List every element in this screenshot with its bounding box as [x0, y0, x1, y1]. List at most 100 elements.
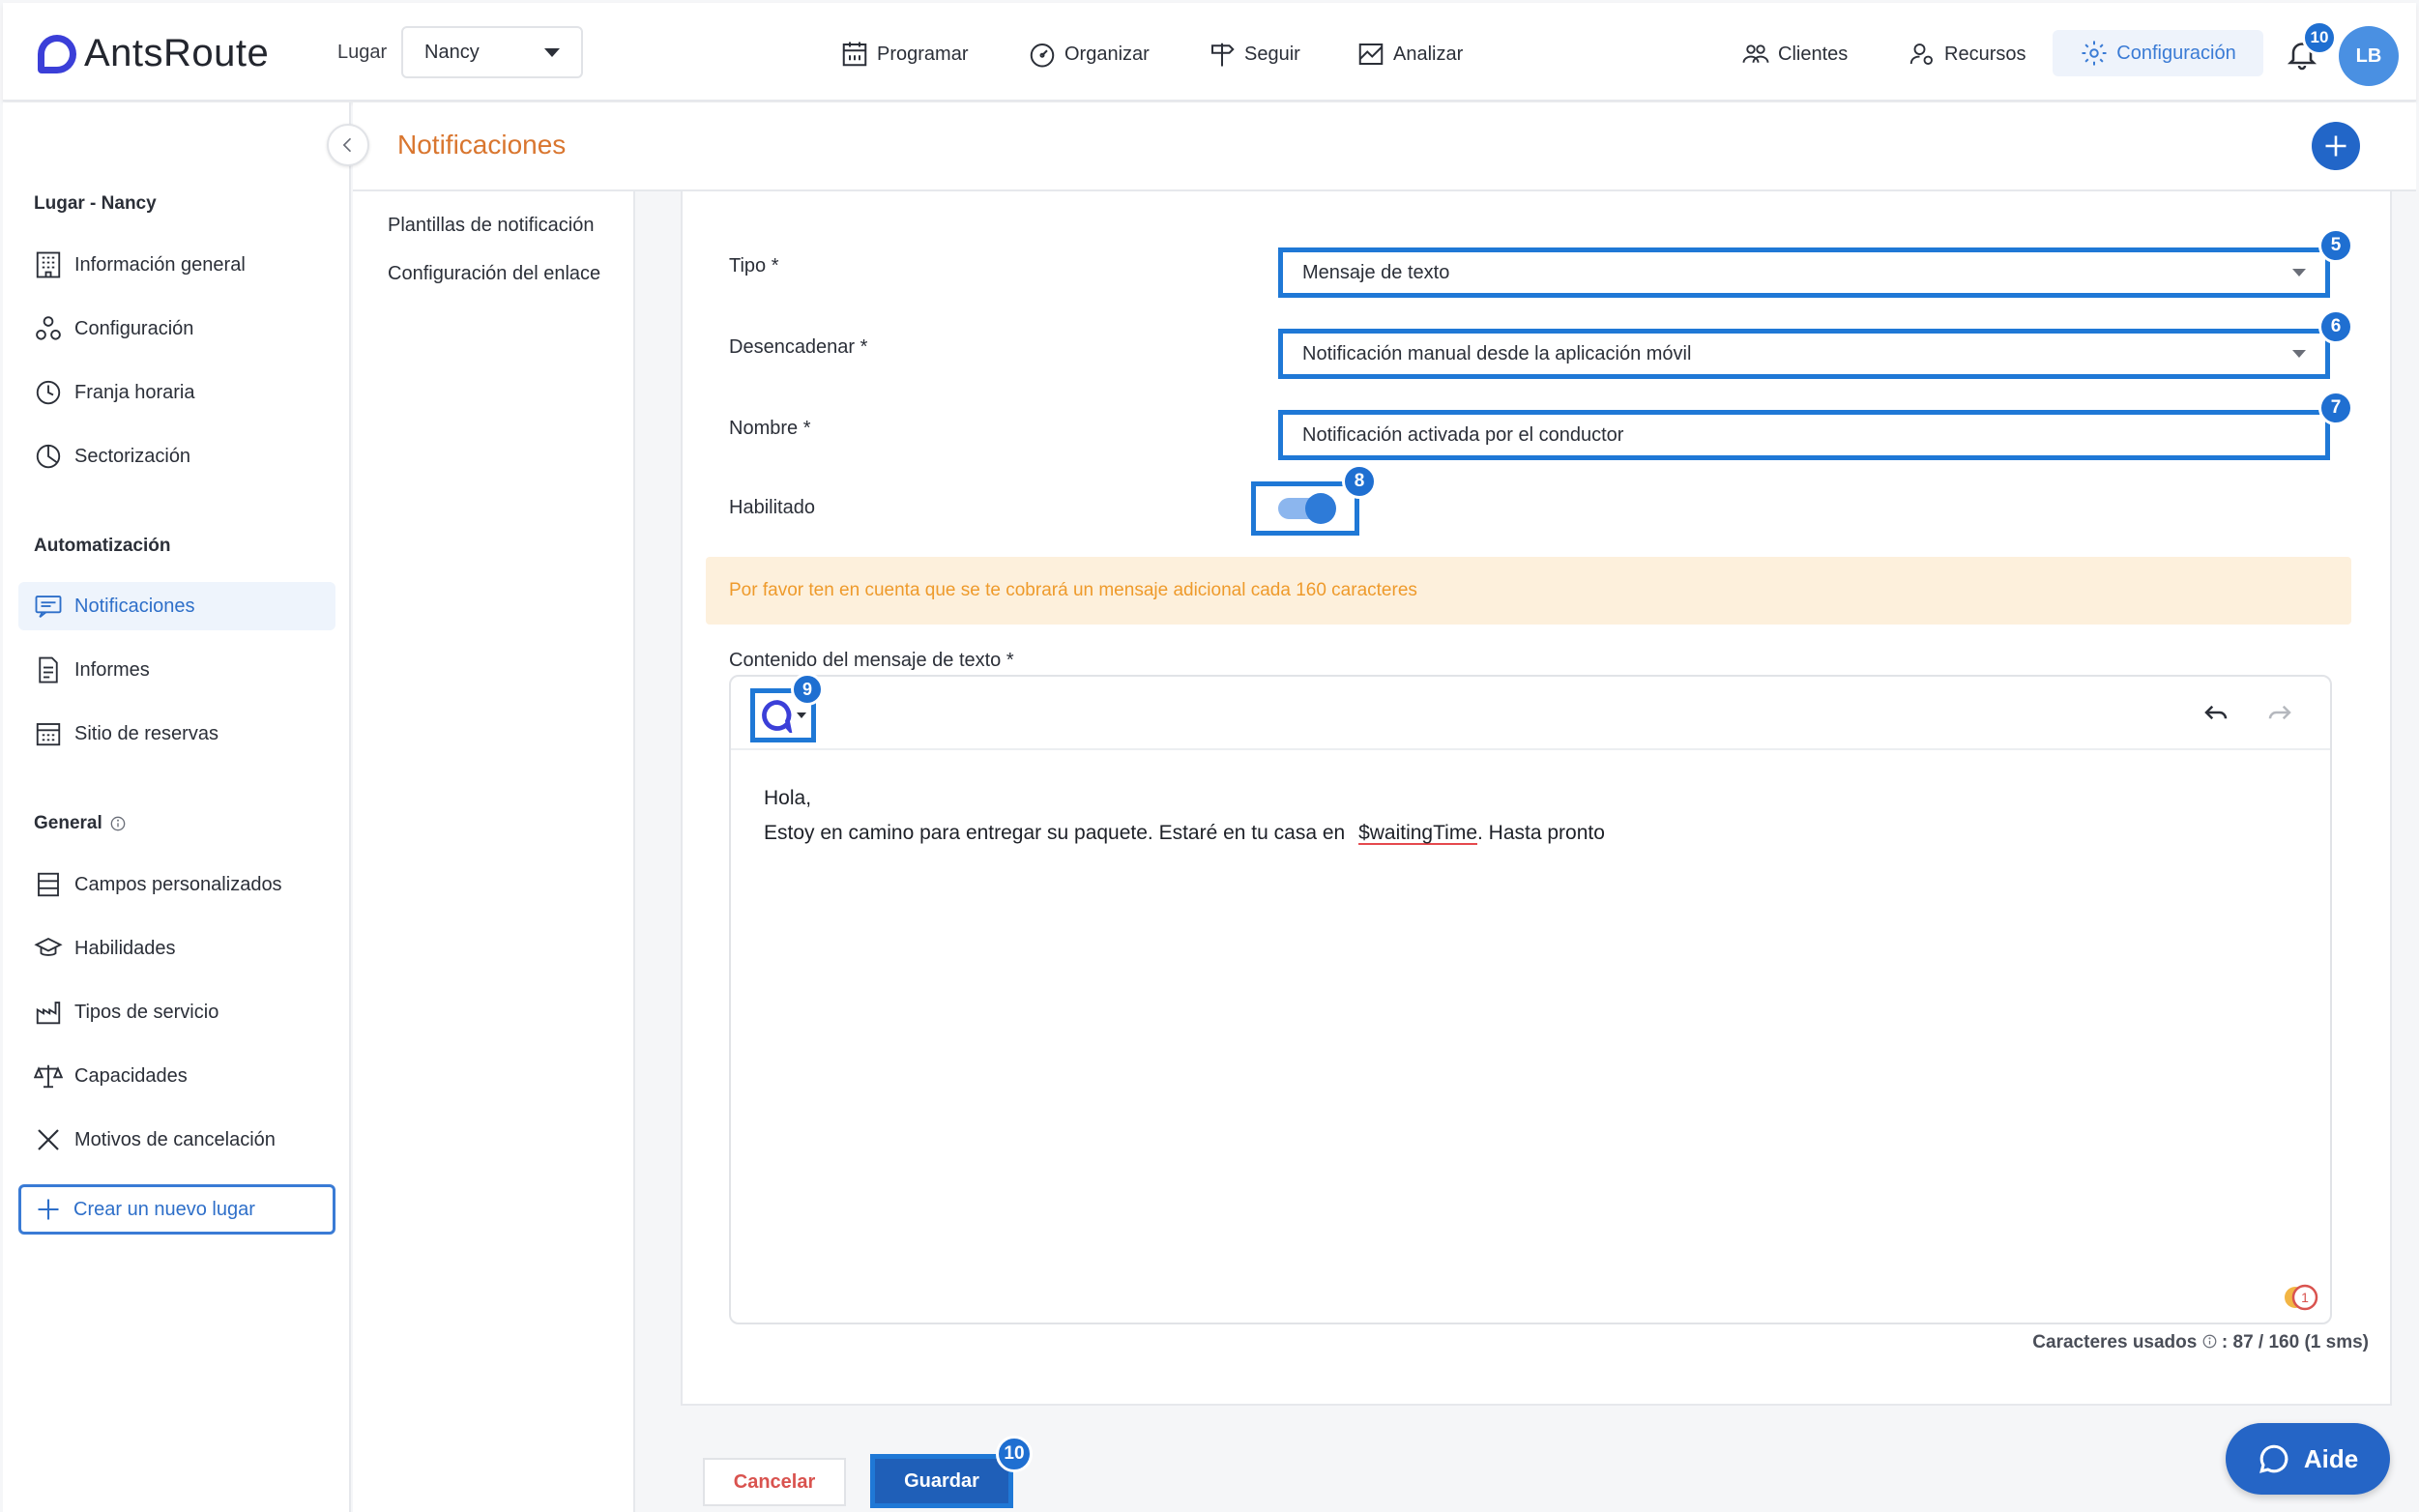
- sidebar-item-sectorizacion[interactable]: Sectorización: [18, 432, 335, 480]
- nav-recursos[interactable]: Recursos: [1908, 40, 2026, 69]
- message-editor[interactable]: 9 Hola, Estoy en camino para entregar su…: [729, 673, 2332, 1324]
- content-line-2: Estoy en camino para entregar su paquete…: [764, 816, 1605, 851]
- toggle-track: [1278, 493, 1336, 524]
- chevron-down-icon: [2292, 350, 2306, 358]
- sidebar-item-label: Franja horaria: [74, 381, 195, 403]
- users-icon: [1742, 44, 1769, 63]
- sidebar-item-label: Sitio de reservas: [74, 722, 219, 744]
- sidebar-item-franja-horaria[interactable]: Franja horaria: [18, 368, 335, 417]
- logo-mark-icon: [38, 34, 76, 73]
- cancel-button[interactable]: Cancelar: [703, 1458, 846, 1506]
- subnav-plantillas[interactable]: Plantillas de notificación: [388, 215, 594, 237]
- redo-icon[interactable]: [2262, 698, 2297, 727]
- step-badge: 8: [1342, 464, 1377, 499]
- x-icon: [38, 1129, 59, 1150]
- nav-label: Seguir: [1244, 43, 1300, 65]
- sidebar-item-campos-personalizados[interactable]: Campos personalizados: [18, 860, 335, 909]
- clock-icon: [36, 380, 61, 405]
- sidebar-item-label: Habilidades: [74, 937, 176, 959]
- tipo-select-value: Mensaje de texto: [1302, 261, 1450, 283]
- nav-clientes[interactable]: Clientes: [1741, 40, 1848, 69]
- undo-icon[interactable]: [2199, 698, 2233, 727]
- nav-label: Programar: [877, 43, 969, 65]
- lugar-label: Lugar: [337, 42, 388, 63]
- user-gear-icon: [1909, 44, 1933, 65]
- nav-label: Recursos: [1944, 43, 2026, 65]
- character-counter: Caracteres usados : 87 / 160 (1 sms): [2032, 1332, 2369, 1353]
- chevron-down-icon: [2292, 269, 2306, 276]
- nav-seguir[interactable]: Seguir: [1208, 40, 1300, 69]
- nodes-icon: [36, 316, 61, 340]
- sidebar-item-label: Sectorización: [74, 445, 191, 467]
- name-input[interactable]: Notificación activada por el conductor: [1278, 410, 2330, 460]
- step-badge: 5: [2318, 228, 2353, 263]
- name-label: Nombre *: [729, 418, 811, 439]
- sidebar-item-label: Configuración: [74, 317, 194, 339]
- chevron-left-icon: [342, 137, 352, 153]
- avatar[interactable]: LB: [2339, 26, 2399, 86]
- save-button[interactable]: Guardar: [870, 1454, 1013, 1508]
- subnav-configuracion-enlace[interactable]: Configuración del enlace: [388, 263, 600, 285]
- nav-configuracion[interactable]: Configuración: [2053, 30, 2263, 76]
- gear-icon: [2082, 41, 2107, 66]
- help-button[interactable]: Aide: [2226, 1423, 2390, 1495]
- sidebar-item-tipos-de-servicio[interactable]: Tipos de servicio: [18, 988, 335, 1036]
- editor-toolbar: 9: [731, 673, 2330, 750]
- content-label: Contenido del mensaje de texto *: [729, 650, 1014, 671]
- lugar-select[interactable]: Nancy: [401, 26, 583, 78]
- add-notification-button[interactable]: [2312, 122, 2360, 170]
- sub-navigation: Plantillas de notificación Configuración…: [353, 191, 635, 1512]
- sidebar-item-label: Información general: [74, 253, 246, 276]
- plus-icon: [2325, 135, 2346, 157]
- sidebar-item-notificaciones[interactable]: Notificaciones: [18, 582, 335, 630]
- sidebar-item-informes[interactable]: Informes: [18, 646, 335, 694]
- nav-organizar[interactable]: Organizar: [1028, 40, 1150, 69]
- counter-label: Caracteres usados: [2032, 1332, 2198, 1352]
- chevron-down-icon: [797, 712, 806, 718]
- plus-icon: [38, 1199, 59, 1220]
- app-logo-icon: [762, 700, 793, 733]
- pie-icon: [36, 444, 61, 469]
- notifications-count-badge: 10: [2302, 20, 2337, 55]
- content-line-1: Hola,: [764, 787, 812, 809]
- sidebar-item-label: Informes: [74, 658, 150, 681]
- factory-icon: [36, 1002, 61, 1025]
- sidebar-item-label: Notificaciones: [74, 595, 195, 617]
- sidebar-item-motivos-de-cancelacion[interactable]: Motivos de cancelación: [18, 1116, 335, 1164]
- trigger-label: Desencadenar *: [729, 336, 868, 358]
- chevron-down-icon: [544, 47, 560, 57]
- tipo-select[interactable]: Mensaje de texto: [1278, 247, 2330, 298]
- sidebar-item-informacion-general[interactable]: Información general: [18, 241, 335, 289]
- nav-programar[interactable]: Programar: [840, 40, 968, 69]
- sidebar-item-label: Campos personalizados: [74, 873, 282, 895]
- sidebar-item-habilidades[interactable]: Habilidades: [18, 924, 335, 973]
- sidebar-item-sitio-de-reservas[interactable]: Sitio de reservas: [18, 710, 335, 758]
- page-header: Notificaciones: [353, 102, 2416, 191]
- sidebar-item-configuracion[interactable]: Configuración: [18, 305, 335, 353]
- nav-label: Organizar: [1064, 43, 1150, 65]
- fields-icon: [38, 872, 59, 897]
- name-input-value: Notificación activada por el conductor: [1302, 423, 1624, 446]
- toggle-knob: [1305, 493, 1336, 524]
- sidebar-item-label: Capacidades: [74, 1064, 188, 1087]
- warning-text: Por favor ten en cuenta que se te cobrar…: [729, 580, 1417, 600]
- lugar-select-value: Nancy: [424, 41, 480, 63]
- logo[interactable]: AntsRoute: [38, 32, 269, 75]
- nav-analizar[interactable]: Analizar: [1356, 40, 1463, 69]
- calendar-icon: [842, 42, 867, 67]
- sms-cost-warning: Por favor ten en cuenta que se te cobrar…: [706, 557, 2351, 625]
- editor-content[interactable]: Hola, Estoy en camino para entregar su p…: [764, 781, 1605, 851]
- content-line-2-suffix: . Hasta pronto: [1477, 822, 1605, 844]
- sidebar-item-capacidades[interactable]: Capacidades: [18, 1052, 335, 1100]
- collapse-sidebar-button[interactable]: [327, 124, 369, 166]
- help-label: Aide: [2303, 1443, 2359, 1473]
- grammar-check-widget[interactable]: 1: [2282, 1282, 2320, 1313]
- chart-icon: [1358, 44, 1384, 65]
- scale-icon: [34, 1064, 63, 1089]
- logo-text: AntsRoute: [84, 32, 270, 74]
- create-new-place-button[interactable]: Crear un nuevo lugar: [18, 1184, 335, 1235]
- trigger-select[interactable]: Notificación manual desde la aplicación …: [1278, 329, 2330, 379]
- step-badge: 7: [2318, 391, 2353, 425]
- message-icon: [35, 596, 62, 618]
- grammar-count: 1: [2301, 1290, 2309, 1305]
